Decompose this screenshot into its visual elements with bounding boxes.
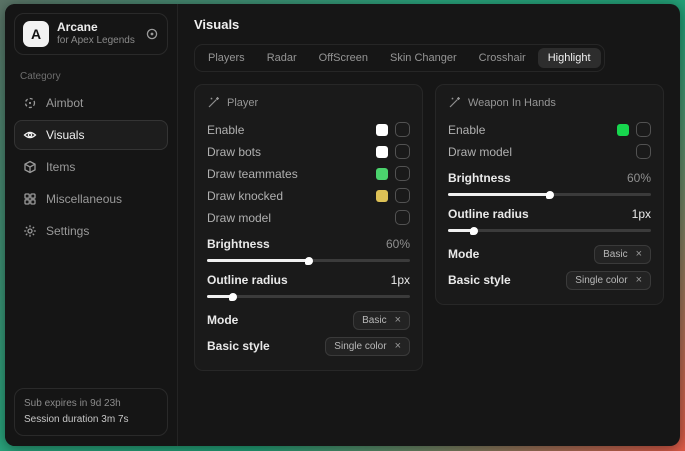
- app-window: A Arcane for Apex Legends Category Aimbo…: [5, 4, 680, 446]
- checkbox[interactable]: [395, 122, 410, 137]
- checkbox[interactable]: [395, 144, 410, 159]
- slider-value: 1px: [632, 207, 651, 221]
- grid-icon: [23, 192, 37, 206]
- target-icon[interactable]: [145, 27, 159, 41]
- checkbox[interactable]: [395, 210, 410, 225]
- tab-players[interactable]: Players: [198, 48, 255, 68]
- checkbox[interactable]: [636, 122, 651, 137]
- remove-tag-icon[interactable]: ×: [395, 341, 401, 352]
- card-title: Weapon In Hands: [468, 97, 556, 109]
- checkbox[interactable]: [395, 166, 410, 181]
- setting-row-draw-knocked: Draw knocked: [207, 185, 410, 206]
- tab-highlight[interactable]: Highlight: [538, 48, 601, 68]
- sidebar-item-label: Aimbot: [46, 96, 83, 110]
- sidebar-item-miscellaneous[interactable]: Miscellaneous: [14, 184, 168, 214]
- weapon-in-hands-card: Weapon In Hands Enable Draw model: [435, 84, 664, 305]
- tab-skin-changer[interactable]: Skin Changer: [380, 48, 467, 68]
- sidebar-item-label: Items: [46, 160, 75, 174]
- app-title: Arcane: [57, 20, 137, 35]
- sub-expiry-text: Sub expires in 9d 23h: [24, 396, 158, 412]
- wand-icon: [207, 96, 220, 109]
- brightness-slider-group: Brightness 60%: [207, 235, 410, 262]
- setting-row-draw-bots: Draw bots: [207, 141, 410, 162]
- remove-tag-icon[interactable]: ×: [395, 315, 401, 326]
- sidebar: A Arcane for Apex Legends Category Aimbo…: [5, 4, 178, 446]
- remove-tag-icon[interactable]: ×: [636, 275, 642, 286]
- cube-icon: [23, 160, 37, 174]
- slider-value: 1px: [391, 273, 410, 287]
- basic-style-tag[interactable]: Single color ×: [566, 271, 651, 290]
- sidebar-item-items[interactable]: Items: [14, 152, 168, 182]
- brightness-slider-group: Brightness 60%: [448, 169, 651, 196]
- checkbox[interactable]: [395, 188, 410, 203]
- remove-tag-icon[interactable]: ×: [636, 249, 642, 260]
- setting-row-enable: Enable: [448, 119, 651, 140]
- sidebar-nav: Aimbot Visuals Items: [14, 88, 168, 246]
- color-swatch[interactable]: [376, 190, 388, 202]
- slider-thumb[interactable]: [470, 227, 478, 235]
- card-title: Player: [227, 97, 258, 109]
- brightness-slider[interactable]: [207, 259, 410, 262]
- slider-thumb[interactable]: [546, 191, 554, 199]
- basic-style-row: Basic style Single color ×: [448, 267, 651, 293]
- sidebar-item-settings[interactable]: Settings: [14, 216, 168, 246]
- mode-tag[interactable]: Basic ×: [353, 311, 410, 330]
- slider-value: 60%: [627, 171, 651, 185]
- tab-crosshair[interactable]: Crosshair: [469, 48, 536, 68]
- brand-header: A Arcane for Apex Legends: [14, 13, 168, 55]
- mode-row: Mode Basic ×: [448, 241, 651, 267]
- color-swatch[interactable]: [617, 124, 629, 136]
- outline-radius-slider[interactable]: [207, 295, 410, 298]
- gear-icon: [23, 224, 37, 238]
- mode-tag[interactable]: Basic ×: [594, 245, 651, 264]
- setting-row-enable: Enable: [207, 119, 410, 140]
- eye-icon: [23, 128, 37, 142]
- session-duration-text: Session duration 3m 7s: [24, 412, 158, 428]
- slider-thumb[interactable]: [229, 293, 237, 301]
- app-logo: A: [23, 21, 49, 47]
- color-swatch[interactable]: [376, 168, 388, 180]
- basic-style-tag[interactable]: Single color ×: [325, 337, 410, 356]
- tab-strip: Players Radar OffScreen Skin Changer Cro…: [194, 44, 605, 72]
- color-swatch[interactable]: [376, 124, 388, 136]
- outline-radius-slider[interactable]: [448, 229, 651, 232]
- brightness-slider[interactable]: [448, 193, 651, 196]
- color-swatch[interactable]: [376, 146, 388, 158]
- sidebar-item-visuals[interactable]: Visuals: [14, 120, 168, 150]
- app-subtitle: for Apex Legends: [57, 35, 137, 48]
- wand-icon: [448, 96, 461, 109]
- session-info: Sub expires in 9d 23h Session duration 3…: [14, 388, 168, 436]
- slider-thumb[interactable]: [305, 257, 313, 265]
- basic-style-row: Basic style Single color ×: [207, 333, 410, 359]
- setting-row-draw-model: Draw model: [448, 141, 651, 162]
- mode-row: Mode Basic ×: [207, 307, 410, 333]
- sidebar-item-label: Visuals: [46, 128, 84, 142]
- tab-offscreen[interactable]: OffScreen: [309, 48, 378, 68]
- checkbox[interactable]: [636, 144, 651, 159]
- slider-value: 60%: [386, 237, 410, 251]
- sidebar-item-aimbot[interactable]: Aimbot: [14, 88, 168, 118]
- outline-radius-slider-group: Outline radius 1px: [448, 205, 651, 232]
- player-card: Player Enable Draw bots: [194, 84, 423, 371]
- sidebar-item-label: Settings: [46, 224, 89, 238]
- setting-row-draw-teammates: Draw teammates: [207, 163, 410, 184]
- category-label: Category: [20, 71, 162, 82]
- setting-row-draw-model: Draw model: [207, 207, 410, 228]
- tab-radar[interactable]: Radar: [257, 48, 307, 68]
- main-panel: Visuals Players Radar OffScreen Skin Cha…: [178, 4, 680, 446]
- outline-radius-slider-group: Outline radius 1px: [207, 271, 410, 298]
- crosshair-icon: [23, 96, 37, 110]
- page-title: Visuals: [194, 17, 664, 32]
- sidebar-item-label: Miscellaneous: [46, 192, 122, 206]
